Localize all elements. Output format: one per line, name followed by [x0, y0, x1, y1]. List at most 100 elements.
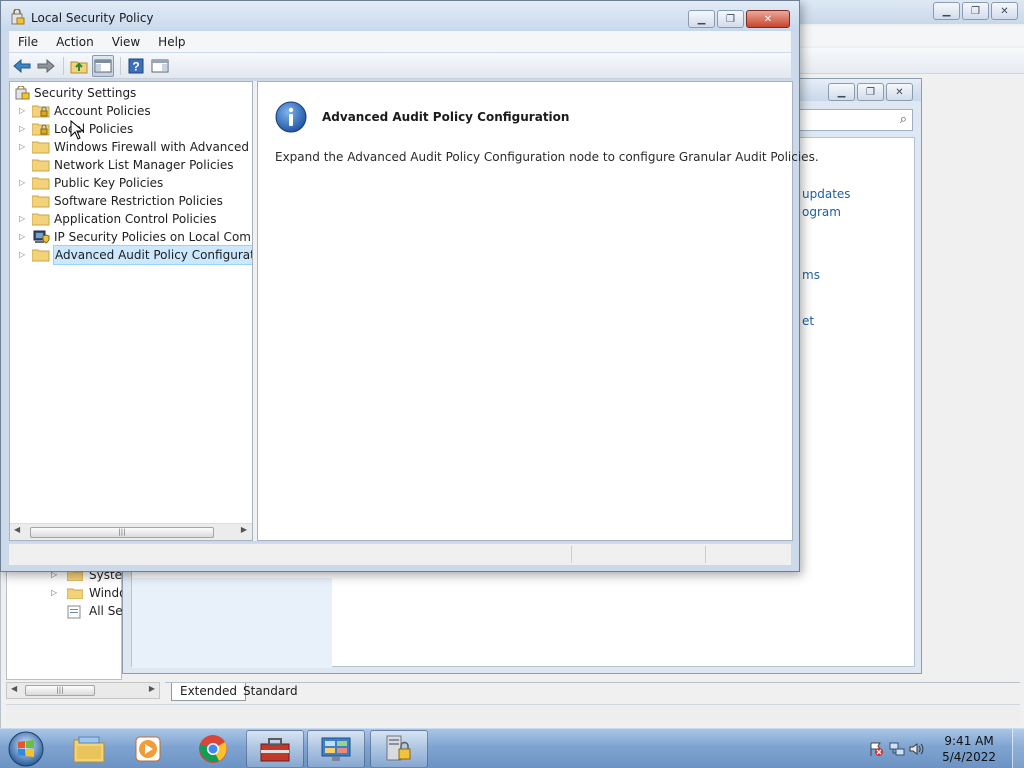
scroll-thumb[interactable]: |||	[25, 685, 95, 696]
menu-bar: File Action View Help	[9, 31, 791, 52]
network-icon[interactable]	[889, 741, 905, 757]
windows-explorer-icon	[73, 736, 105, 763]
details-description: Expand the Advanced Audit Policy Configu…	[275, 150, 819, 164]
security-settings-icon	[15, 86, 30, 100]
forward-button[interactable]	[35, 55, 57, 77]
local-security-policy-icon	[386, 735, 411, 761]
restore-button[interactable]: ❐	[962, 2, 989, 20]
tree-item-label: Local Policies	[54, 122, 134, 136]
restore-button[interactable]: ❐	[857, 83, 884, 101]
tree-item-label: IP Security Policies on Local Compute	[54, 230, 252, 244]
minimize-button[interactable]: ▁	[933, 2, 960, 20]
chrome-icon	[199, 735, 227, 763]
taskbar-chrome[interactable]	[184, 730, 242, 768]
expand-arrow-icon[interactable]: ▷	[19, 138, 25, 156]
show-desktop-button[interactable]	[1012, 729, 1024, 768]
show-hide-tree-icon	[94, 59, 112, 72]
volume-icon[interactable]	[908, 741, 924, 757]
expand-arrow-icon[interactable]: ▷	[19, 174, 25, 192]
tree-item-label: Windo	[89, 586, 127, 600]
minimize-button[interactable]: ▁	[688, 10, 715, 28]
maximize-button[interactable]: ❐	[717, 10, 744, 28]
expand-arrow-icon[interactable]: ▷	[51, 584, 61, 602]
svg-text:?: ?	[132, 59, 139, 73]
view-tabs: Extended Standard	[165, 682, 1020, 701]
show-hide-action-pane-button[interactable]	[149, 55, 171, 77]
folder-icon	[67, 588, 83, 599]
status-bar	[9, 543, 791, 565]
menu-action[interactable]: Action	[47, 32, 103, 52]
tab-standard[interactable]: Standard	[235, 683, 306, 701]
control-panel-icon	[321, 737, 351, 761]
link-internet[interactable]: et	[802, 314, 814, 328]
tree-horizontal-scrollbar[interactable]: ◀ ||| ▶	[10, 523, 252, 540]
expand-arrow-icon[interactable]: ▷	[19, 210, 25, 228]
taskbar-control-panel[interactable]	[307, 730, 365, 768]
computer-shield-icon	[33, 230, 50, 244]
tree-item-label: Network List Manager Policies	[54, 158, 234, 172]
menu-help[interactable]: Help	[149, 32, 194, 52]
up-one-level-button[interactable]	[68, 55, 90, 77]
tree-item-label: Windows Firewall with Advanced Secu	[54, 140, 252, 154]
folder-icon	[32, 159, 50, 172]
tree-item-label: Advanced Audit Policy Configuration	[53, 245, 252, 265]
help-button[interactable]: ?	[125, 55, 147, 77]
scroll-left-icon[interactable]: ◀	[14, 525, 20, 534]
scroll-right-icon[interactable]: ▶	[241, 525, 247, 534]
close-button[interactable]: ✕	[746, 10, 790, 28]
status-divider	[571, 546, 572, 563]
expand-arrow-icon[interactable]: ▷	[19, 102, 25, 120]
tree-item-label: Security Settings	[34, 86, 137, 100]
details-title: Advanced Audit Policy Configuration	[322, 110, 570, 124]
local-security-policy-window: Local Security Policy ▁ ❐ ✕ File Action …	[0, 0, 819, 572]
taskbar-toolbox[interactable]	[246, 730, 304, 768]
toolbar-separator	[120, 56, 121, 75]
up-folder-icon	[70, 61, 88, 73]
menu-view[interactable]: View	[103, 32, 149, 52]
link-program[interactable]: ogram	[802, 205, 841, 219]
tree-item-label: Account Policies	[54, 104, 151, 118]
title-bar[interactable]: Local Security Policy ▁ ❐ ✕	[1, 1, 799, 31]
scroll-thumb[interactable]: |||	[30, 527, 214, 538]
link-updates[interactable]: updates	[802, 187, 851, 201]
action-pane-icon	[151, 59, 169, 72]
tree-item-label: Application Control Policies	[54, 212, 217, 226]
mouse-pointer-icon	[70, 120, 84, 140]
taskbar-local-security-policy[interactable]	[370, 730, 428, 768]
show-hide-console-tree-button[interactable]	[92, 54, 114, 77]
folder-icon	[32, 195, 50, 208]
expand-arrow-icon[interactable]: ▷	[19, 228, 25, 246]
taskbar-media-player[interactable]	[120, 730, 178, 768]
search-icon[interactable]: ⌕	[900, 112, 907, 127]
minimize-button[interactable]: ▁	[828, 83, 855, 101]
expand-arrow-icon[interactable]: ▷	[19, 120, 25, 138]
client-area: Security Settings ▷ Account Policies ▷ L…	[9, 81, 819, 541]
scroll-left-icon[interactable]: ◀	[11, 684, 17, 693]
search-input[interactable]: ⌕	[799, 109, 913, 131]
menu-file[interactable]: File	[9, 32, 47, 52]
control-panel-caption-buttons: ▁ ❐ ✕	[828, 83, 913, 101]
clock[interactable]: 9:41 AM 5/4/2022	[942, 733, 996, 765]
taskbar: 9:41 AM 5/4/2022	[0, 728, 1024, 768]
close-button[interactable]: ✕	[991, 2, 1018, 20]
forward-arrow-icon	[37, 58, 55, 73]
folder-icon	[32, 213, 50, 226]
clock-date: 5/4/2022	[942, 750, 996, 764]
toolbox-icon	[260, 738, 290, 762]
media-player-icon	[135, 736, 161, 762]
settings-list-icon	[67, 605, 81, 619]
link-items[interactable]: ms	[802, 268, 820, 282]
background-horizontal-scrollbar[interactable]: ◀ ||| ▶	[6, 682, 160, 699]
toolbar: ?	[9, 53, 791, 79]
back-button[interactable]	[11, 55, 33, 77]
system-tray: 9:41 AM 5/4/2022	[858, 729, 1024, 768]
expand-arrow-icon[interactable]: ▷	[19, 246, 25, 264]
start-button[interactable]	[6, 730, 46, 768]
control-panel-left-panel	[132, 578, 332, 668]
taskbar-windows-explorer[interactable]	[60, 730, 118, 768]
tree-item-label: Software Restriction Policies	[54, 194, 223, 208]
action-center-flag-icon[interactable]	[868, 741, 884, 757]
scroll-right-icon[interactable]: ▶	[149, 684, 155, 693]
background-caption-buttons: ▁ ❐ ✕	[933, 2, 1018, 20]
close-button[interactable]: ✕	[886, 83, 913, 101]
